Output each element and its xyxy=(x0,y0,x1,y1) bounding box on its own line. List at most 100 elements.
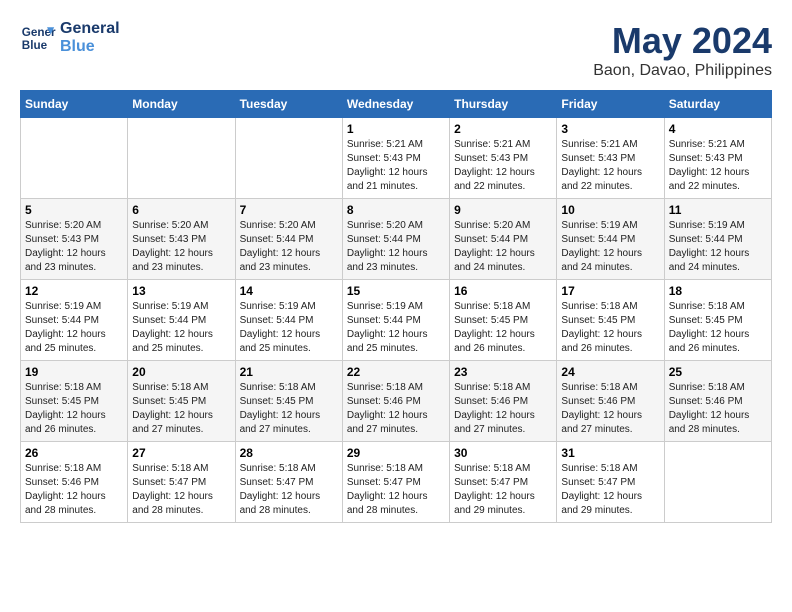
day-cell-1: 1 Sunrise: 5:21 AM Sunset: 5:43 PM Daylig… xyxy=(342,118,449,199)
day-number: 8 xyxy=(347,203,445,217)
day-info: Sunrise: 5:18 AM Sunset: 5:45 PM Dayligh… xyxy=(669,300,767,356)
col-header-thursday: Thursday xyxy=(450,91,557,118)
day-cell-18: 18Sunrise: 5:18 AM Sunset: 5:45 PM Dayli… xyxy=(664,280,771,361)
header-row: SundayMondayTuesdayWednesdayThursdayFrid… xyxy=(21,91,772,118)
day-info: Sunrise: 5:18 AM Sunset: 5:47 PM Dayligh… xyxy=(240,462,338,518)
day-cell-23: 23 Sunrise: 5:18 AM Sunset: 5:46 PM Dayli… xyxy=(450,361,557,442)
day-number: 23 xyxy=(454,365,552,379)
logo-line1: General xyxy=(60,20,120,38)
day-info: Sunrise: 5:18 AM Sunset: 5:46 PM Dayligh… xyxy=(25,462,123,518)
col-header-saturday: Saturday xyxy=(664,91,771,118)
day-number: 2 xyxy=(454,122,552,136)
day-cell-21: 21 Sunrise: 5:18 AM Sunset: 5:45 PM Dayli… xyxy=(235,361,342,442)
day-info: Sunrise: 5:18 AM Sunset: 5:45 PM Dayligh… xyxy=(132,381,230,437)
day-info: Sunrise: 5:18 AM Sunset: 5:46 PM Dayligh… xyxy=(454,381,552,437)
empty-cell xyxy=(664,442,771,523)
week-row: 12 Sunrise: 5:19 AM Sunset: 5:44 PM Dayli… xyxy=(21,280,772,361)
day-info: Sunrise: 5:21 AM Sunset: 5:43 PM Dayligh… xyxy=(561,138,659,194)
main-title: May 2024 xyxy=(593,20,772,62)
day-number: 29 xyxy=(347,446,445,460)
day-cell-11: 11 Sunrise: 5:19 AM Sunset: 5:44 PM Dayli… xyxy=(664,199,771,280)
subtitle: Baon, Davao, Philippines xyxy=(593,62,772,80)
day-cell-30: 30 Sunrise: 5:18 AM Sunset: 5:47 PM Dayli… xyxy=(450,442,557,523)
day-info: Sunrise: 5:18 AM Sunset: 5:47 PM Dayligh… xyxy=(132,462,230,518)
day-cell-12: 12 Sunrise: 5:19 AM Sunset: 5:44 PM Dayli… xyxy=(21,280,128,361)
day-info: Sunrise: 5:20 AM Sunset: 5:44 PM Dayligh… xyxy=(240,219,338,275)
day-info: Sunrise: 5:21 AM Sunset: 5:43 PM Dayligh… xyxy=(669,138,767,194)
day-cell-14: 14Sunrise: 5:19 AM Sunset: 5:44 PM Dayli… xyxy=(235,280,342,361)
logo-line2: Blue xyxy=(60,38,120,56)
day-info: Sunrise: 5:18 AM Sunset: 5:45 PM Dayligh… xyxy=(25,381,123,437)
day-info: Sunrise: 5:18 AM Sunset: 5:45 PM Dayligh… xyxy=(240,381,338,437)
day-cell-13: 13 Sunrise: 5:19 AM Sunset: 5:44 PM Dayli… xyxy=(128,280,235,361)
svg-text:Blue: Blue xyxy=(22,39,48,52)
day-number: 20 xyxy=(132,365,230,379)
day-number: 21 xyxy=(240,365,338,379)
day-info: Sunrise: 5:18 AM Sunset: 5:47 PM Dayligh… xyxy=(454,462,552,518)
day-number: 13 xyxy=(132,284,230,298)
day-cell-7: 7 Sunrise: 5:20 AM Sunset: 5:44 PM Daylig… xyxy=(235,199,342,280)
day-cell-10: 10 Sunrise: 5:19 AM Sunset: 5:44 PM Dayli… xyxy=(557,199,664,280)
week-row: 1 Sunrise: 5:21 AM Sunset: 5:43 PM Daylig… xyxy=(21,118,772,199)
week-row: 19 Sunrise: 5:18 AM Sunset: 5:45 PM Dayli… xyxy=(21,361,772,442)
logo-icon: General Blue xyxy=(20,20,56,56)
day-cell-3: 3 Sunrise: 5:21 AM Sunset: 5:43 PM Daylig… xyxy=(557,118,664,199)
day-number: 19 xyxy=(25,365,123,379)
day-cell-16: 16Sunrise: 5:18 AM Sunset: 5:45 PM Dayli… xyxy=(450,280,557,361)
day-number: 11 xyxy=(669,203,767,217)
day-number: 7 xyxy=(240,203,338,217)
calendar-table: SundayMondayTuesdayWednesdayThursdayFrid… xyxy=(20,90,772,523)
day-info: Sunrise: 5:19 AM Sunset: 5:44 PM Dayligh… xyxy=(347,300,445,356)
day-info: Sunrise: 5:18 AM Sunset: 5:46 PM Dayligh… xyxy=(561,381,659,437)
day-number: 5 xyxy=(25,203,123,217)
day-number: 31 xyxy=(561,446,659,460)
day-info: Sunrise: 5:19 AM Sunset: 5:44 PM Dayligh… xyxy=(561,219,659,275)
day-number: 17 xyxy=(561,284,659,298)
day-info: Sunrise: 5:20 AM Sunset: 5:44 PM Dayligh… xyxy=(347,219,445,275)
day-number: 9 xyxy=(454,203,552,217)
day-info: Sunrise: 5:19 AM Sunset: 5:44 PM Dayligh… xyxy=(132,300,230,356)
day-number: 1 xyxy=(347,122,445,136)
day-info: Sunrise: 5:18 AM Sunset: 5:46 PM Dayligh… xyxy=(669,381,767,437)
col-header-wednesday: Wednesday xyxy=(342,91,449,118)
day-cell-20: 20 Sunrise: 5:18 AM Sunset: 5:45 PM Dayli… xyxy=(128,361,235,442)
empty-cell xyxy=(235,118,342,199)
day-cell-6: 6Sunrise: 5:20 AM Sunset: 5:43 PM Daylig… xyxy=(128,199,235,280)
title-block: May 2024 Baon, Davao, Philippines xyxy=(593,20,772,80)
day-cell-15: 15Sunrise: 5:19 AM Sunset: 5:44 PM Dayli… xyxy=(342,280,449,361)
empty-cell xyxy=(21,118,128,199)
day-cell-29: 29 Sunrise: 5:18 AM Sunset: 5:47 PM Dayli… xyxy=(342,442,449,523)
col-header-sunday: Sunday xyxy=(21,91,128,118)
day-cell-27: 27Sunrise: 5:18 AM Sunset: 5:47 PM Dayli… xyxy=(128,442,235,523)
day-cell-31: 31 Sunrise: 5:18 AM Sunset: 5:47 PM Dayli… xyxy=(557,442,664,523)
day-info: Sunrise: 5:18 AM Sunset: 5:47 PM Dayligh… xyxy=(347,462,445,518)
week-row: 5Sunrise: 5:20 AM Sunset: 5:43 PM Daylig… xyxy=(21,199,772,280)
day-number: 28 xyxy=(240,446,338,460)
day-info: Sunrise: 5:18 AM Sunset: 5:46 PM Dayligh… xyxy=(347,381,445,437)
day-info: Sunrise: 5:18 AM Sunset: 5:47 PM Dayligh… xyxy=(561,462,659,518)
day-cell-24: 24 Sunrise: 5:18 AM Sunset: 5:46 PM Dayli… xyxy=(557,361,664,442)
day-info: Sunrise: 5:21 AM Sunset: 5:43 PM Dayligh… xyxy=(347,138,445,194)
day-info: Sunrise: 5:20 AM Sunset: 5:44 PM Dayligh… xyxy=(454,219,552,275)
day-info: Sunrise: 5:18 AM Sunset: 5:45 PM Dayligh… xyxy=(454,300,552,356)
week-row: 26Sunrise: 5:18 AM Sunset: 5:46 PM Dayli… xyxy=(21,442,772,523)
day-cell-8: 8 Sunrise: 5:20 AM Sunset: 5:44 PM Daylig… xyxy=(342,199,449,280)
day-number: 12 xyxy=(25,284,123,298)
day-number: 10 xyxy=(561,203,659,217)
col-header-friday: Friday xyxy=(557,91,664,118)
day-cell-4: 4 Sunrise: 5:21 AM Sunset: 5:43 PM Daylig… xyxy=(664,118,771,199)
day-info: Sunrise: 5:19 AM Sunset: 5:44 PM Dayligh… xyxy=(25,300,123,356)
day-number: 22 xyxy=(347,365,445,379)
day-number: 30 xyxy=(454,446,552,460)
day-number: 25 xyxy=(669,365,767,379)
day-number: 4 xyxy=(669,122,767,136)
day-number: 24 xyxy=(561,365,659,379)
day-cell-22: 22 Sunrise: 5:18 AM Sunset: 5:46 PM Dayli… xyxy=(342,361,449,442)
col-header-monday: Monday xyxy=(128,91,235,118)
day-info: Sunrise: 5:19 AM Sunset: 5:44 PM Dayligh… xyxy=(669,219,767,275)
day-cell-5: 5Sunrise: 5:20 AM Sunset: 5:43 PM Daylig… xyxy=(21,199,128,280)
day-number: 3 xyxy=(561,122,659,136)
day-cell-26: 26Sunrise: 5:18 AM Sunset: 5:46 PM Dayli… xyxy=(21,442,128,523)
day-info: Sunrise: 5:21 AM Sunset: 5:43 PM Dayligh… xyxy=(454,138,552,194)
day-cell-19: 19 Sunrise: 5:18 AM Sunset: 5:45 PM Dayli… xyxy=(21,361,128,442)
